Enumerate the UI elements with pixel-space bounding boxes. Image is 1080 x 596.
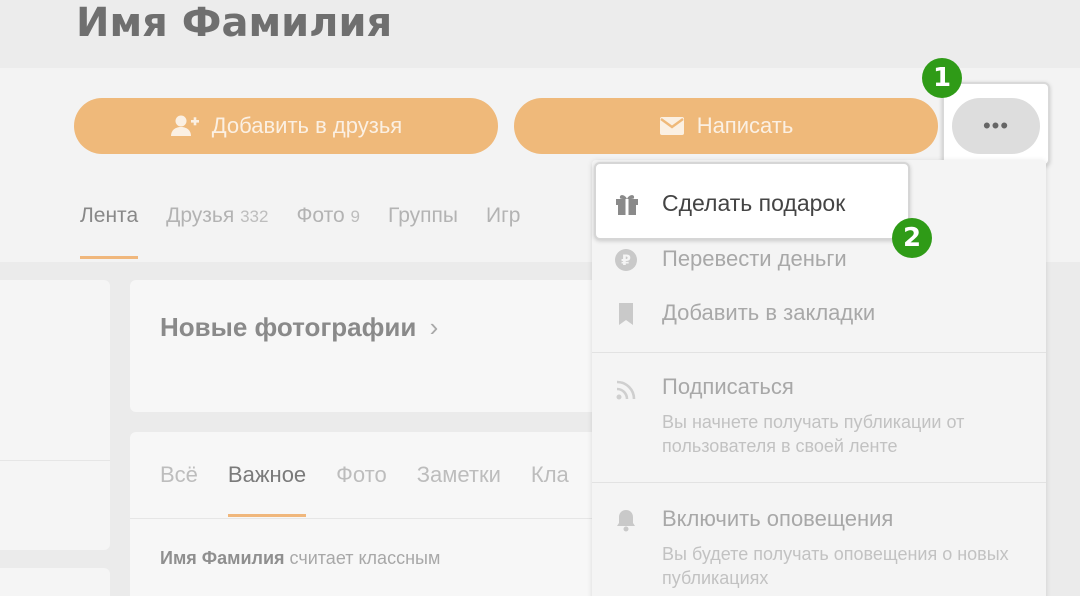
- feed-filter-tabs: Всё Важное Фото Заметки Кла: [160, 462, 569, 517]
- menu-item-enable-notifications-label: Включить оповещения: [662, 506, 894, 531]
- tab-feed-label: Лента: [80, 204, 139, 227]
- menu-separator: [592, 352, 1046, 353]
- tab-groups-label: Группы: [388, 204, 458, 227]
- menu-item-subscribe-description: Вы начнете получать публикации от пользо…: [662, 412, 965, 456]
- profile-name: Имя Фамилия: [76, 0, 393, 46]
- tab-friends[interactable]: Друзья 332: [166, 204, 268, 260]
- tab-feed[interactable]: Лента: [80, 204, 139, 260]
- feed-card: Всё Важное Фото Заметки Кла Имя Фамилия …: [130, 432, 600, 596]
- tab-photos-count: 9: [350, 207, 361, 226]
- menu-item-add-bookmark-label: Добавить в закладки: [662, 300, 876, 325]
- write-message-label: Написать: [696, 113, 794, 138]
- tab-groups[interactable]: Группы: [388, 204, 458, 260]
- left-sidebar-card-2: [0, 568, 110, 596]
- menu-item-transfer-money-label: Перевести деньги: [662, 246, 847, 271]
- menu-item-make-gift[interactable]: Сделать подарок: [594, 162, 910, 240]
- step-badge-1: 1: [922, 58, 962, 98]
- ruble-coin-icon: ₽: [614, 248, 638, 272]
- menu-item-enable-notifications-text: Включить оповещения Вы будете получать о…: [662, 506, 1032, 590]
- menu-item-add-bookmark[interactable]: Добавить в закладки: [592, 300, 1046, 350]
- tab-photos[interactable]: Фото 9: [296, 204, 360, 260]
- tab-games-label: Игр: [486, 204, 521, 227]
- menu-item-subscribe[interactable]: Подписаться Вы начнете получать публикац…: [592, 374, 1046, 474]
- bookmark-icon: [614, 302, 638, 326]
- menu-item-subscribe-label: Подписаться: [662, 374, 794, 399]
- gift-icon: [614, 192, 640, 221]
- menu-item-enable-notifications-description: Вы будете получать оповещения о новых пу…: [662, 544, 1009, 588]
- more-button-highlight: •••: [942, 82, 1050, 166]
- feed-tab-important[interactable]: Важное: [227, 462, 307, 517]
- feed-tab-notes[interactable]: Заметки: [417, 462, 501, 488]
- tab-friends-count: 332: [240, 207, 269, 226]
- profile-tabs: Лента Друзья 332 Фото 9 Группы Игр: [80, 204, 520, 260]
- feed-divider: [130, 518, 600, 519]
- tab-friends-label: Друзья: [166, 204, 235, 227]
- feed-tab-all[interactable]: Всё: [160, 462, 198, 488]
- feed-item: Имя Фамилия считает классным: [160, 548, 440, 569]
- write-message-button[interactable]: Написать: [514, 98, 938, 154]
- menu-item-make-gift-label: Сделать подарок: [662, 190, 846, 216]
- tab-photos-label: Фото: [296, 204, 345, 227]
- feed-item-text: считает классным: [289, 548, 441, 568]
- add-user-icon: [170, 114, 200, 138]
- envelope-icon: [659, 116, 685, 136]
- add-friend-label: Добавить в друзья: [211, 113, 403, 138]
- feed-item-author[interactable]: Имя Фамилия: [160, 548, 285, 568]
- new-photos-title-text: Новые фотографии: [160, 312, 417, 342]
- new-photos-card: Новые фотографии ›: [130, 280, 600, 412]
- bell-icon: [614, 508, 638, 532]
- rss-icon: [614, 378, 638, 402]
- menu-item-enable-notifications[interactable]: Включить оповещения Вы будете получать о…: [592, 506, 1046, 596]
- chevron-right-icon: ›: [429, 312, 439, 342]
- left-sidebar-card: [0, 280, 110, 550]
- tab-games[interactable]: Игр: [486, 204, 520, 260]
- menu-separator: [592, 482, 1046, 483]
- feed-tab-classes[interactable]: Кла: [531, 462, 569, 488]
- add-friend-button[interactable]: Добавить в друзья: [74, 98, 498, 154]
- svg-text:₽: ₽: [621, 253, 631, 269]
- menu-item-subscribe-text: Подписаться Вы начнете получать публикац…: [662, 374, 1032, 458]
- step-badge-2: 2: [892, 218, 932, 258]
- feed-tab-photo[interactable]: Фото: [336, 462, 387, 488]
- menu-item-transfer-money[interactable]: ₽ Перевести деньги: [592, 246, 1046, 296]
- new-photos-title[interactable]: Новые фотографии ›: [160, 312, 438, 343]
- more-button[interactable]: •••: [952, 98, 1040, 154]
